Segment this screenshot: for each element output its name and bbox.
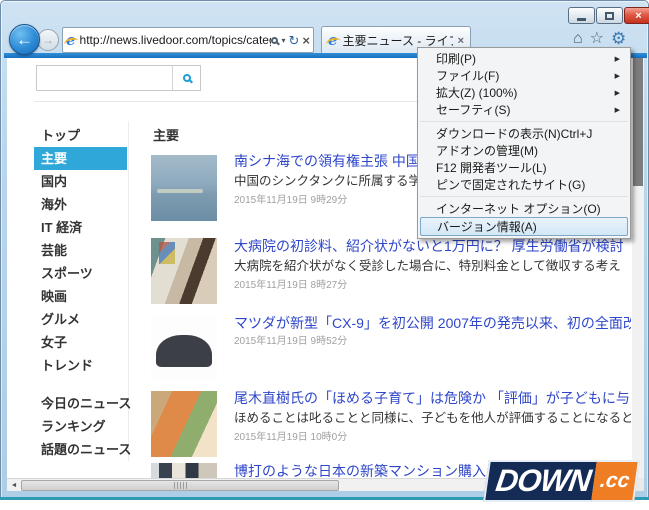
menu-item-label: ファイル(F) xyxy=(436,69,500,83)
scrollbar-grip xyxy=(173,482,187,489)
tools-dropdown-menu: 印刷(P) ▶ ファイル(F) ▶ 拡大(Z) (100%) ▶ セーフティ(S… xyxy=(417,47,631,239)
sidebar-item-main-selected[interactable]: 主要 xyxy=(34,147,127,170)
close-icon: × xyxy=(635,9,642,22)
menu-separator xyxy=(420,121,628,122)
submenu-arrow-icon: ▶ xyxy=(614,72,620,80)
tab-close-icon[interactable]: × xyxy=(458,35,464,47)
article-thumbnail[interactable] xyxy=(151,238,217,304)
article-thumbnail[interactable] xyxy=(151,155,217,221)
menu-item-internet-options[interactable]: インターネット オプション(O) xyxy=(418,200,630,217)
menu-item-label: F12 開発者ツール(L) xyxy=(436,161,547,175)
menu-item-label: アドオンの管理(M) xyxy=(436,144,538,158)
menu-shortcut: Ctrl+J xyxy=(560,126,593,141)
article-title-link[interactable]: マツダが新型「CX-9」を初公開 2007年の発売以来、初の全面改良 xyxy=(234,313,631,333)
menu-item-print[interactable]: 印刷(P) ▶ xyxy=(418,50,630,67)
address-bar[interactable]: e http://news.livedoor.com/topics/catego… xyxy=(62,27,314,53)
forward-button[interactable]: → xyxy=(37,29,59,51)
page-title: 主要 xyxy=(153,128,180,143)
search-icon[interactable] xyxy=(271,36,279,44)
minimize-icon xyxy=(577,17,586,21)
article-thumbnail[interactable] xyxy=(151,463,217,478)
site-search-box xyxy=(36,65,201,91)
back-arrow-icon: ← xyxy=(16,29,33,49)
minimize-button[interactable] xyxy=(568,7,595,24)
menu-separator xyxy=(420,196,628,197)
sidebar-item-domestic[interactable]: 国内 xyxy=(34,170,127,193)
sidebar-item-ranking[interactable]: ランキング xyxy=(34,415,127,438)
sidebar-item-trend[interactable]: トレンド xyxy=(34,354,127,377)
vertical-scrollbar[interactable] xyxy=(632,58,644,478)
ie-favicon: e xyxy=(66,30,76,49)
menu-item-pinned-sites[interactable]: ピンで固定されたサイト(G) xyxy=(418,176,630,193)
article-title-link[interactable]: 尾木直樹氏の「ほめる子育て」は危険か 「評価」が子どもに与える影 xyxy=(234,388,631,408)
menu-item-safety[interactable]: セーフティ(S) ▶ xyxy=(418,101,630,118)
stop-icon[interactable]: × xyxy=(302,33,310,48)
watermark-suffix-text: .cc xyxy=(591,460,641,502)
sidebar-item-movies[interactable]: 映画 xyxy=(34,285,127,308)
search-icon xyxy=(182,74,191,82)
sidebar-item-gourmet[interactable]: グルメ xyxy=(34,308,127,331)
close-button[interactable]: × xyxy=(624,7,649,24)
refresh-icon[interactable]: ↻ xyxy=(289,34,300,47)
horizontal-scrollbar-thumb[interactable] xyxy=(21,480,339,491)
sidebar-item-sports[interactable]: スポーツ xyxy=(34,262,127,285)
favorites-star-icon[interactable]: ☆ xyxy=(590,30,604,47)
article-date: 2015年11月19日 8時27分 xyxy=(234,280,348,291)
search-button[interactable] xyxy=(172,66,200,90)
menu-item-f12-devtools[interactable]: F12 開発者ツール(L) xyxy=(418,159,630,176)
menu-item-file[interactable]: ファイル(F) ▶ xyxy=(418,67,630,84)
toolbar-icons: ⌂ ☆ ⚙ xyxy=(573,30,626,47)
back-button[interactable]: ← xyxy=(9,24,40,55)
sidebar-item-top[interactable]: トップ xyxy=(34,124,127,147)
menu-item-label: 印刷(P) xyxy=(436,52,476,66)
submenu-arrow-icon: ▶ xyxy=(614,55,620,63)
maximize-button[interactable] xyxy=(596,7,623,24)
article-thumbnail[interactable] xyxy=(151,391,217,457)
menu-item-view-downloads[interactable]: ダウンロードの表示(N) Ctrl+J xyxy=(418,125,630,142)
article-thumbnail[interactable] xyxy=(151,315,217,381)
maximize-icon xyxy=(605,11,614,20)
down-cc-watermark: DOWN .cc xyxy=(483,460,641,502)
sidebar-item-women[interactable]: 女子 xyxy=(34,331,127,354)
article-date: 2015年11月19日 9時52分 xyxy=(234,336,348,347)
submenu-arrow-icon: ▶ xyxy=(614,89,620,97)
menu-item-manage-addons[interactable]: アドオンの管理(M) xyxy=(418,142,630,159)
sidebar-item-it-economy[interactable]: IT 経済 xyxy=(34,216,127,239)
search-input[interactable] xyxy=(37,66,172,90)
tab-favicon: e xyxy=(328,31,338,49)
menu-item-about-version[interactable]: バージョン情報(A) xyxy=(420,217,628,236)
watermark-main-text: DOWN xyxy=(483,460,598,502)
url-text[interactable]: http://news.livedoor.com/topics/categor xyxy=(80,33,272,47)
article-title-link[interactable]: 大病院の初診料、紹介状がないと1万円に？ 厚生労働省が検討 xyxy=(234,236,631,256)
menu-item-label: バージョン情報(A) xyxy=(437,220,537,234)
scroll-left-arrow-icon[interactable]: ◄ xyxy=(7,482,21,489)
window-controls: × xyxy=(567,7,649,24)
chevron-down-icon[interactable]: ▾ xyxy=(281,36,285,45)
tools-gear-icon[interactable]: ⚙ xyxy=(611,30,626,47)
vertical-scrollbar-thumb[interactable] xyxy=(633,58,643,186)
forward-arrow-icon: → xyxy=(42,33,54,47)
menu-item-label: インターネット オプション(O) xyxy=(436,202,601,216)
article-summary: 大病院を紹介状がなく受診した場合に、特別料金として徴収する考え xyxy=(234,259,621,273)
article-date: 2015年11月19日 10時0分 xyxy=(234,432,348,443)
sidebar-item-entertainment[interactable]: 芸能 xyxy=(34,239,127,262)
menu-item-label: 拡大(Z) (100%) xyxy=(436,86,518,100)
home-icon[interactable]: ⌂ xyxy=(573,30,583,47)
sidebar-item-topics[interactable]: 話題のニュース xyxy=(34,438,131,461)
sidebar-item-overseas[interactable]: 海外 xyxy=(34,193,127,216)
category-sidebar: トップ 主要 国内 海外 IT 経済 芸能 スポーツ 映画 グルメ 女子 トレン… xyxy=(34,124,131,461)
menu-item-label: ダウンロードの表示(N) xyxy=(436,127,561,141)
sidebar-item-todays-news[interactable]: 今日のニュース xyxy=(34,392,131,415)
article-summary: ほめることは叱ることと同様に、子どもを他人が評価することになると指摘 xyxy=(234,411,631,425)
menu-item-zoom[interactable]: 拡大(Z) (100%) ▶ xyxy=(418,84,630,101)
menu-item-label: セーフティ(S) xyxy=(436,103,511,117)
menu-item-label: ピンで固定されたサイト(G) xyxy=(436,178,586,192)
submenu-arrow-icon: ▶ xyxy=(614,106,620,114)
